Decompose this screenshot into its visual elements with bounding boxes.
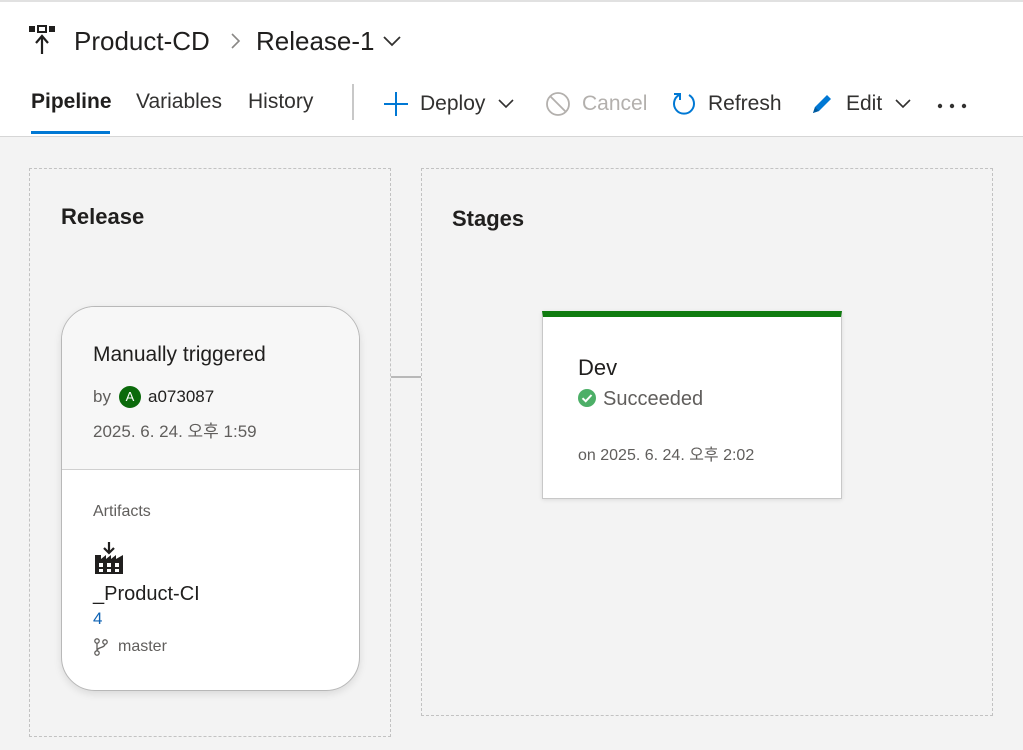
stages-panel-title: Stages (452, 206, 525, 231)
deploy-button[interactable]: Deploy (382, 82, 515, 126)
chevron-down-icon (895, 99, 911, 109)
release-pipeline-icon (29, 25, 55, 54)
edit-label: Edit (846, 92, 883, 115)
build-artifact-icon (95, 542, 123, 574)
trigger-text: Manually triggered (93, 343, 266, 366)
by-label: by (93, 387, 111, 406)
tab-variables[interactable]: Variables (136, 90, 222, 114)
success-check-icon (578, 389, 596, 407)
refresh-label: Refresh (708, 92, 782, 115)
plus-icon (384, 92, 408, 116)
branch-icon (94, 638, 108, 656)
release-date: 2025. 6. 24. 오후 1:59 (93, 422, 257, 441)
stage-card-dev[interactable]: Dev Succeeded on 2025. 6. 24. 오후 2:02 (542, 311, 842, 499)
user-name: a073087 (148, 387, 215, 406)
deploy-label: Deploy (420, 92, 486, 115)
active-tab-indicator (31, 131, 110, 134)
more-icon[interactable] (936, 98, 970, 114)
stage-status: Succeeded (603, 388, 704, 410)
toolbar-divider (352, 84, 354, 120)
branch-name: master (118, 638, 167, 655)
avatar: A (119, 386, 141, 408)
refresh-icon (673, 93, 695, 115)
stage-date: on 2025. 6. 24. 오후 2:02 (578, 447, 755, 464)
cancel-label: Cancel (582, 92, 648, 115)
breadcrumb-release[interactable]: Release-1 (256, 26, 375, 57)
cancel-icon (546, 92, 570, 116)
breadcrumb-pipeline[interactable]: Product-CD (74, 26, 210, 57)
refresh-button[interactable]: Refresh (670, 82, 782, 126)
stage-name: Dev (578, 355, 618, 380)
artifact-version-link[interactable]: 4 (93, 609, 102, 629)
pencil-icon (813, 95, 831, 113)
artifact-name: _Product-CI (93, 583, 200, 605)
chevron-down-icon[interactable] (381, 34, 403, 48)
artifacts-label: Artifacts (93, 503, 151, 520)
cancel-button[interactable]: Cancel (544, 82, 647, 126)
tab-history[interactable]: History (248, 90, 313, 114)
tab-pipeline[interactable]: Pipeline (31, 90, 112, 114)
edit-button[interactable]: Edit (808, 82, 912, 126)
release-to-stages-connector (391, 376, 421, 378)
chevron-right-icon (231, 33, 241, 49)
release-summary-card[interactable]: Manually triggered by A a073087 2025. 6.… (61, 306, 360, 691)
release-panel-title: Release (61, 204, 145, 229)
chevron-down-icon (498, 99, 514, 109)
release-header: Product-CD Release-1 Pipeline Variables … (0, 2, 1023, 137)
